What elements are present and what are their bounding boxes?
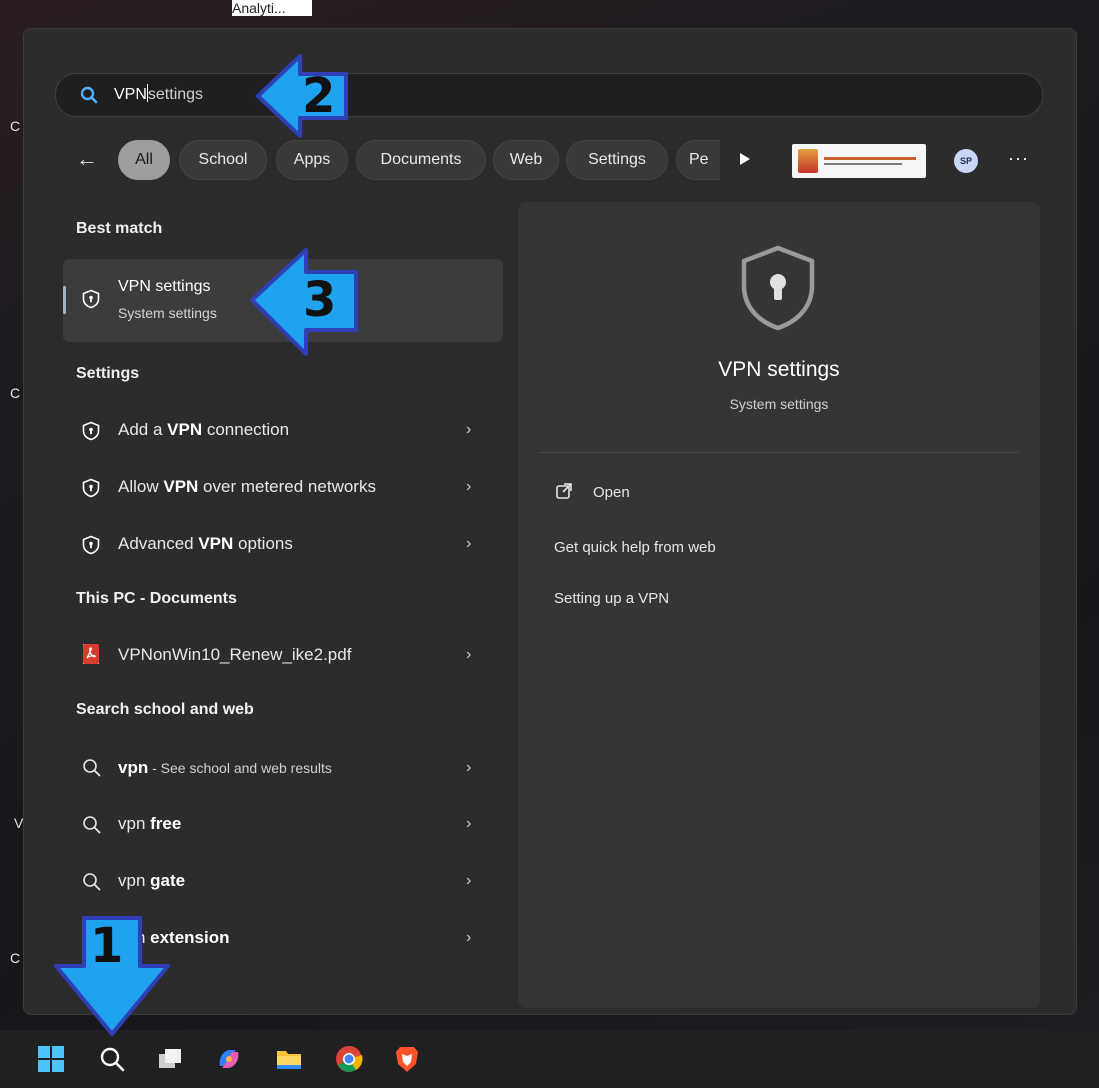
settings-result-add-vpn[interactable]: Add a VPN connection — [118, 420, 289, 440]
section-header-documents: This PC - Documents — [76, 590, 237, 607]
chrome-icon[interactable] — [334, 1044, 364, 1074]
organization-logo-text — [824, 154, 916, 168]
callout-number: 1 — [90, 918, 124, 974]
tab-documents[interactable]: Documents — [356, 140, 486, 180]
best-match-title: VPN settings — [118, 278, 211, 295]
web-result-vpn-gate[interactable]: vpn gate — [118, 871, 185, 891]
shield-icon — [81, 289, 101, 309]
tab-people[interactable]: Pe — [676, 140, 720, 180]
search-icon — [82, 758, 102, 778]
callout-number: 3 — [303, 272, 337, 328]
search-input[interactable] — [55, 73, 1043, 117]
search-query-rest: settings — [147, 86, 204, 103]
callout-number: 2 — [302, 68, 336, 124]
desktop-icon-label: C — [10, 385, 21, 401]
chevron-right-icon[interactable]: › — [466, 421, 471, 439]
settings-result-advanced-vpn[interactable]: Advanced VPN options — [118, 534, 293, 554]
tab-all[interactable]: All — [118, 140, 170, 180]
desktop-icon-label: C — [10, 950, 21, 966]
section-header-best-match: Best match — [76, 220, 163, 237]
settings-result-allow-vpn-metered[interactable]: Allow VPN over metered networks — [118, 477, 376, 497]
file-explorer-icon[interactable] — [274, 1044, 304, 1074]
shield-lock-icon — [738, 244, 818, 332]
chevron-right-icon[interactable]: › — [466, 872, 471, 890]
chevron-right-icon[interactable]: › — [466, 478, 471, 496]
more-options-icon[interactable]: ··· — [1008, 148, 1029, 169]
section-header-web: Search school and web — [76, 701, 254, 718]
start-button[interactable] — [36, 1044, 66, 1074]
document-result-pdf[interactable]: VPNonWin10_Renew_ike2.pdf — [118, 645, 351, 665]
tab-web[interactable]: Web — [493, 140, 559, 180]
pdf-file-icon — [81, 643, 101, 664]
search-query-typed: VPN — [114, 86, 147, 103]
back-button[interactable]: ← — [76, 146, 98, 172]
search-icon — [82, 815, 102, 835]
brave-browser-icon[interactable] — [392, 1044, 422, 1074]
desktop-icon-label: Analyti... — [232, 0, 312, 16]
shield-icon — [81, 535, 101, 555]
open-external-icon — [555, 482, 573, 500]
organization-emblem-icon — [798, 149, 818, 173]
chevron-right-icon[interactable]: › — [466, 535, 471, 553]
preview-title: VPN settings — [718, 358, 840, 381]
avatar[interactable]: SP — [954, 149, 978, 173]
web-result-vpn-free[interactable]: vpn free — [118, 814, 181, 834]
preview-subtitle: System settings — [729, 396, 829, 412]
copilot-icon[interactable] — [214, 1044, 244, 1074]
section-header-settings: Settings — [76, 365, 140, 382]
scroll-right-icon[interactable] — [740, 153, 750, 165]
chevron-right-icon[interactable]: › — [466, 646, 471, 664]
desktop-icon-label: V — [14, 815, 24, 831]
taskbar-search-icon[interactable] — [97, 1044, 127, 1074]
tab-settings[interactable]: Settings — [566, 140, 668, 180]
search-icon — [82, 872, 102, 892]
tab-apps[interactable]: Apps — [276, 140, 348, 180]
open-action[interactable]: Open — [593, 484, 630, 501]
best-match-subtitle: System settings — [118, 305, 217, 321]
selection-indicator — [63, 286, 66, 314]
task-view-icon[interactable] — [155, 1044, 185, 1074]
chevron-right-icon[interactable]: › — [466, 759, 471, 777]
shield-icon — [81, 478, 101, 498]
search-query: VPNsettings — [114, 84, 203, 104]
setting-up-vpn-link[interactable]: Setting up a VPN — [554, 590, 669, 607]
desktop-icon-label: C — [10, 118, 21, 134]
shield-icon — [81, 421, 101, 441]
organization-logo[interactable] — [792, 144, 926, 178]
chevron-right-icon[interactable]: › — [466, 929, 471, 947]
web-result-vpn[interactable]: vpn - See school and web results — [118, 758, 332, 778]
divider — [539, 452, 1019, 453]
chevron-right-icon[interactable]: › — [466, 815, 471, 833]
tab-school[interactable]: School — [179, 140, 267, 180]
search-icon — [80, 86, 98, 104]
quick-help-action[interactable]: Get quick help from web — [554, 539, 716, 556]
